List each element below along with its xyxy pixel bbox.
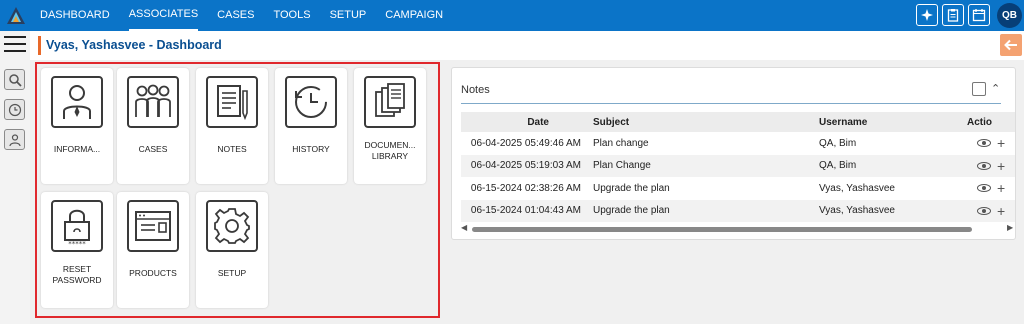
note-date: 06-04-2025 05:49:46 AM xyxy=(470,137,581,149)
tile-label: PRODUCTS xyxy=(129,268,177,278)
table-row[interactable]: 06-15-2024 01:04:43 AM Upgrade the plan … xyxy=(461,199,1015,222)
view-eye-icon[interactable] xyxy=(977,206,991,215)
documents-icon xyxy=(364,76,416,128)
top-nav-bar: DASHBOARD ASSOCIATES CASES TOOLS SETUP C… xyxy=(0,0,1024,31)
nav-campaign[interactable]: CAMPAIGN xyxy=(385,0,443,31)
tile-notes[interactable]: NOTES xyxy=(196,68,268,184)
tile-document-library[interactable]: DOCUMEN... LIBRARY xyxy=(354,68,426,184)
history-icon[interactable] xyxy=(4,99,25,120)
scroll-left-arrow-icon[interactable]: ◀ xyxy=(461,223,467,232)
note-date: 06-04-2025 05:19:03 AM xyxy=(461,154,589,177)
column-header-username[interactable]: Username xyxy=(815,112,963,132)
tile-reset-password[interactable]: ***** RESET PASSWORD xyxy=(41,192,113,308)
row-actions: + xyxy=(963,154,1015,177)
gear-icon xyxy=(206,200,258,252)
row-actions: + xyxy=(963,177,1015,200)
note-username: QA, Bim xyxy=(815,154,963,177)
plus-icon[interactable]: + xyxy=(997,159,1005,173)
column-header-subject[interactable]: Subject xyxy=(589,112,815,132)
left-rail xyxy=(0,31,30,324)
clipboard-icon[interactable] xyxy=(942,4,964,26)
notes-icon xyxy=(206,76,258,128)
tile-label: NOTES xyxy=(217,144,247,154)
divider xyxy=(461,103,1001,104)
nav-dashboard[interactable]: DASHBOARD xyxy=(40,0,110,31)
add-note-icon[interactable] xyxy=(972,82,986,96)
search-icon[interactable] xyxy=(4,69,25,90)
table-row[interactable]: 06-04-2025 05:49:46 AM Plan change QA, B… xyxy=(461,132,1015,155)
view-eye-icon[interactable] xyxy=(977,161,991,170)
note-date: 06-15-2024 02:38:26 AM xyxy=(470,182,581,194)
tile-setup[interactable]: SETUP xyxy=(196,192,268,308)
note-subject: Upgrade the plan xyxy=(593,182,670,194)
person-icon xyxy=(51,76,103,128)
note-username: Vyas, Yashasvee xyxy=(819,182,895,194)
table-header-row: Date Subject Username Actio xyxy=(461,112,1015,132)
row-actions: + xyxy=(963,132,1015,155)
note-date: 06-15-2024 01:04:43 AM xyxy=(461,199,589,222)
products-icon xyxy=(127,200,179,252)
nav-setup[interactable]: SETUP xyxy=(330,0,367,31)
plus-icon[interactable]: + xyxy=(997,204,1005,218)
tile-history[interactable]: HISTORY xyxy=(275,68,347,184)
user-avatar[interactable]: QB xyxy=(997,3,1022,28)
tile-label: CASES xyxy=(138,144,168,154)
tile-products[interactable]: PRODUCTS xyxy=(117,192,189,308)
tile-label: HISTORY xyxy=(292,144,330,154)
nav-cases[interactable]: CASES xyxy=(217,0,254,31)
calendar-icon[interactable] xyxy=(968,4,990,26)
nav-tools[interactable]: TOOLS xyxy=(273,0,310,31)
column-header-date[interactable]: Date xyxy=(461,112,589,132)
page-title: Vyas, Yashasvee - Dashboard xyxy=(46,38,222,52)
notes-title: Notes xyxy=(461,84,490,96)
scrollbar-thumb[interactable] xyxy=(472,227,972,232)
tile-label: SETUP xyxy=(217,268,247,278)
note-username: Vyas, Yashasvee xyxy=(815,199,963,222)
hamburger-menu-icon[interactable] xyxy=(4,36,26,54)
lock-icon: ***** xyxy=(51,200,103,252)
table-row[interactable]: 06-04-2025 05:19:03 AM Plan Change QA, B… xyxy=(461,154,1015,177)
sparkle-icon[interactable] xyxy=(916,4,938,26)
history-icon xyxy=(285,76,337,128)
group-icon xyxy=(127,76,179,128)
table-row[interactable]: 06-15-2024 02:38:26 AM Upgrade the plan … xyxy=(461,177,1015,200)
app-logo-icon[interactable] xyxy=(6,6,26,26)
column-header-actions: Actio xyxy=(963,112,1015,132)
note-subject: Plan Change xyxy=(589,154,815,177)
notes-table: Date Subject Username Actio 06-04-2025 0… xyxy=(461,112,1015,222)
view-eye-icon[interactable] xyxy=(977,184,991,193)
plus-icon[interactable]: + xyxy=(997,181,1005,195)
notes-table-wrap: Date Subject Username Actio 06-04-2025 0… xyxy=(461,112,1015,224)
plus-icon[interactable]: + xyxy=(997,136,1005,150)
tile-label: INFORMA... xyxy=(53,144,101,154)
tile-cases[interactable]: CASES xyxy=(117,68,189,184)
tile-information[interactable]: INFORMA... xyxy=(41,68,113,184)
row-actions: + xyxy=(963,199,1015,222)
note-subject: Upgrade the plan xyxy=(589,199,815,222)
people-icon[interactable] xyxy=(4,129,25,150)
horizontal-scrollbar[interactable]: ◀ ▶ xyxy=(461,223,1015,233)
note-subject: Plan change xyxy=(593,137,649,149)
tile-label: RESET PASSWORD xyxy=(52,264,102,285)
collapse-chevron-icon[interactable]: ⌃ xyxy=(991,82,1000,95)
title-accent-bar xyxy=(38,36,41,55)
main-nav: DASHBOARD ASSOCIATES CASES TOOLS SETUP C… xyxy=(40,0,462,31)
note-username: QA, Bim xyxy=(819,137,857,149)
nav-associates[interactable]: ASSOCIATES xyxy=(128,0,199,31)
top-tools xyxy=(916,4,990,26)
scroll-right-arrow-icon[interactable]: ▶ xyxy=(1007,223,1013,232)
notes-panel: Notes ⌃ Date Subject Username Actio 06-0… xyxy=(451,67,1016,240)
back-arrow-button[interactable] xyxy=(1000,34,1022,56)
svg-text:*****: ***** xyxy=(68,240,86,246)
view-eye-icon[interactable] xyxy=(977,139,991,148)
tile-label: DOCUMEN... LIBRARY xyxy=(364,140,416,161)
